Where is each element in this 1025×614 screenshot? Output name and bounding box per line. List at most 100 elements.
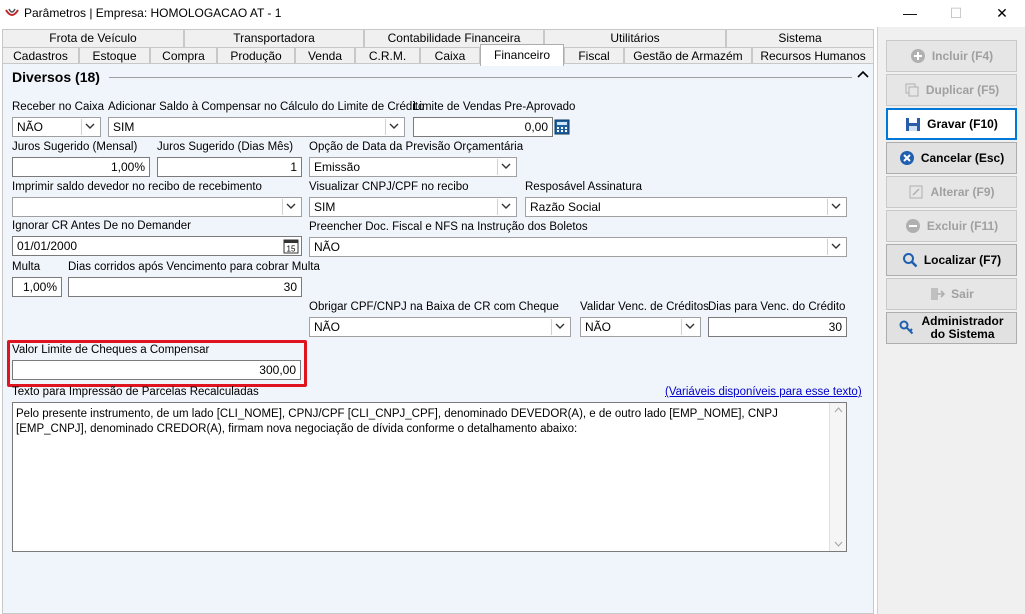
calendar-icon[interactable]: 15 — [283, 238, 299, 254]
texto-parcelas-value: Pelo presente instrumento, de um lado [C… — [16, 408, 778, 435]
preencher-doc-select[interactable]: NÃO — [309, 237, 847, 257]
tab-transportadora[interactable]: Transportadora — [184, 29, 364, 47]
valor-cheques-label: Valor Limite de Cheques a Compensar — [12, 344, 210, 356]
chevron-down-icon[interactable] — [282, 199, 300, 215]
receber-caixa-value: NÃO — [17, 120, 44, 134]
maximize-button[interactable]: ☐ — [933, 0, 979, 27]
opcao-data-select[interactable]: Emissão — [309, 157, 517, 177]
tab-row-top: Frota de Veículo Transportadora Contabil… — [2, 29, 874, 47]
chevron-down-icon[interactable] — [551, 319, 569, 335]
visualizar-cnpj-label: Visualizar CNPJ/CPF no recibo — [309, 181, 469, 193]
exit-door-icon — [929, 286, 946, 302]
chevron-down-icon[interactable] — [497, 159, 515, 175]
chevron-down-icon[interactable] — [81, 119, 99, 135]
section-divider — [109, 77, 852, 78]
administrador-label: Administrador do Sistema — [921, 315, 1003, 341]
title-bar: Parâmetros | Empresa: HOMOLOGACAO AT - 1… — [0, 0, 1025, 27]
chevron-down-icon[interactable] — [827, 199, 845, 215]
plus-circle-icon — [910, 48, 926, 64]
duplicar-button[interactable]: Duplicar (F5) — [886, 74, 1017, 106]
multa-label: Multa — [12, 261, 41, 273]
excluir-button[interactable]: Excluir (F11) — [886, 210, 1017, 242]
incluir-label: Incluir (F4) — [931, 49, 994, 63]
validar-venc-value: NÃO — [585, 320, 612, 334]
validar-venc-label: Validar Venc. de Créditos — [580, 301, 709, 313]
administrador-line1: Administrador — [921, 314, 1004, 328]
preencher-doc-value: NÃO — [314, 240, 341, 254]
opcao-data-label: Opção de Data da Previsão Orçamentária — [309, 141, 524, 153]
excluir-label: Excluir (F11) — [926, 219, 999, 233]
juros-mensal-label: Juros Sugerido (Mensal) — [12, 141, 138, 153]
cancel-circle-icon — [899, 150, 915, 166]
imprimir-saldo-label: Imprimir saldo devedor no recibo de rece… — [12, 181, 262, 193]
imprimir-saldo-select[interactable] — [12, 197, 302, 217]
ignorar-cr-label: Ignorar CR Antes De no Demander — [12, 220, 191, 232]
sair-label: Sair — [951, 287, 974, 301]
ignorar-cr-date-input[interactable]: 01/01/2000 15 — [12, 236, 302, 256]
opcao-data-value: Emissão — [314, 160, 361, 174]
incluir-button[interactable]: Incluir (F4) — [886, 40, 1017, 72]
responsavel-select[interactable]: Razão Social — [525, 197, 847, 217]
responsavel-label: Resposável Assinatura — [525, 181, 642, 193]
gravar-button[interactable]: Gravar (F10) — [886, 108, 1017, 140]
localizar-label: Localizar (F7) — [923, 253, 1002, 267]
tab-frota-veiculo[interactable]: Frota de Veículo — [2, 29, 184, 47]
dias-multa-label: Dias corridos após Vencimento para cobra… — [68, 261, 320, 273]
chevron-down-icon[interactable] — [497, 199, 515, 215]
multa-input[interactable]: 1,00% — [12, 277, 62, 297]
adicionar-saldo-value: SIM — [113, 120, 135, 134]
valor-cheques-input[interactable]: 300,00 — [12, 360, 301, 380]
duplicar-label: Duplicar (F5) — [925, 83, 1000, 97]
chevron-down-icon[interactable] — [681, 319, 699, 335]
gravar-label: Gravar (F10) — [927, 117, 998, 131]
sair-button[interactable]: Sair — [886, 278, 1017, 310]
limite-vendas-label: Limite de Vendas Pre-Aprovado — [413, 101, 576, 113]
chevron-down-icon[interactable] — [827, 239, 845, 255]
tab-financeiro[interactable]: Financeiro — [480, 44, 564, 66]
minus-circle-icon — [905, 218, 921, 234]
obrigar-cpf-label: Obrigar CPF/CNPJ na Baixa de CR com Cheq… — [309, 301, 559, 313]
dias-multa-input[interactable]: 30 — [68, 277, 302, 297]
key-icon — [899, 320, 915, 336]
obrigar-cpf-value: NÃO — [314, 320, 341, 334]
textarea-scrollbar[interactable] — [829, 403, 846, 551]
preencher-doc-label: Preencher Doc. Fiscal e NFS na Instrução… — [309, 221, 588, 233]
visualizar-cnpj-value: SIM — [314, 200, 336, 214]
variaveis-link[interactable]: (Variáveis disponíveis para esse texto) — [665, 386, 862, 398]
cancelar-button[interactable]: Cancelar (Esc) — [886, 142, 1017, 174]
chevron-down-icon[interactable] — [385, 119, 403, 135]
action-panel: Incluir (F4) Duplicar (F5) Gravar (F10) … — [877, 27, 1025, 614]
receber-caixa-select[interactable]: NÃO — [12, 117, 101, 137]
adicionar-saldo-select[interactable]: SIM — [108, 117, 405, 137]
close-button[interactable]: ✕ — [979, 0, 1025, 27]
administrador-line2: do Sistema — [930, 327, 995, 341]
visualizar-cnpj-select[interactable]: SIM — [309, 197, 517, 217]
duplicate-icon — [904, 82, 920, 98]
juros-mensal-input[interactable]: 1,00% — [12, 157, 150, 177]
receber-caixa-label: Receber no Caixa — [12, 101, 105, 113]
minimize-button[interactable]: — — [887, 0, 933, 27]
financeiro-panel: Diversos (18) Receber no Caixa NÃO Adici… — [2, 63, 874, 614]
section-title: Diversos (18) — [12, 69, 100, 85]
save-icon — [905, 116, 921, 132]
responsavel-value: Razão Social — [530, 200, 601, 214]
juros-dias-input[interactable]: 1 — [157, 157, 302, 177]
ignorar-cr-value: 01/01/2000 — [17, 239, 78, 253]
calculator-icon[interactable] — [553, 118, 571, 136]
svg-text:15: 15 — [287, 245, 296, 254]
edit-icon — [908, 184, 924, 200]
window-title: Parâmetros | Empresa: HOMOLOGACAO AT - 1 — [24, 6, 282, 20]
app-logo-icon — [5, 8, 19, 16]
administrador-button[interactable]: Administrador do Sistema — [886, 312, 1017, 344]
search-icon — [902, 252, 918, 268]
dias-venc-input[interactable]: 30 — [708, 317, 847, 337]
tab-sistema[interactable]: Sistema — [726, 29, 874, 47]
collapse-icon[interactable] — [855, 66, 871, 82]
alterar-button[interactable]: Alterar (F9) — [886, 176, 1017, 208]
tab-utilitarios[interactable]: Utilitários — [544, 29, 726, 47]
limite-vendas-input[interactable]: 0,00 — [413, 117, 553, 137]
obrigar-cpf-select[interactable]: NÃO — [309, 317, 571, 337]
validar-venc-select[interactable]: NÃO — [580, 317, 701, 337]
texto-parcelas-textarea[interactable]: Pelo presente instrumento, de um lado [C… — [12, 402, 847, 552]
localizar-button[interactable]: Localizar (F7) — [886, 244, 1017, 276]
